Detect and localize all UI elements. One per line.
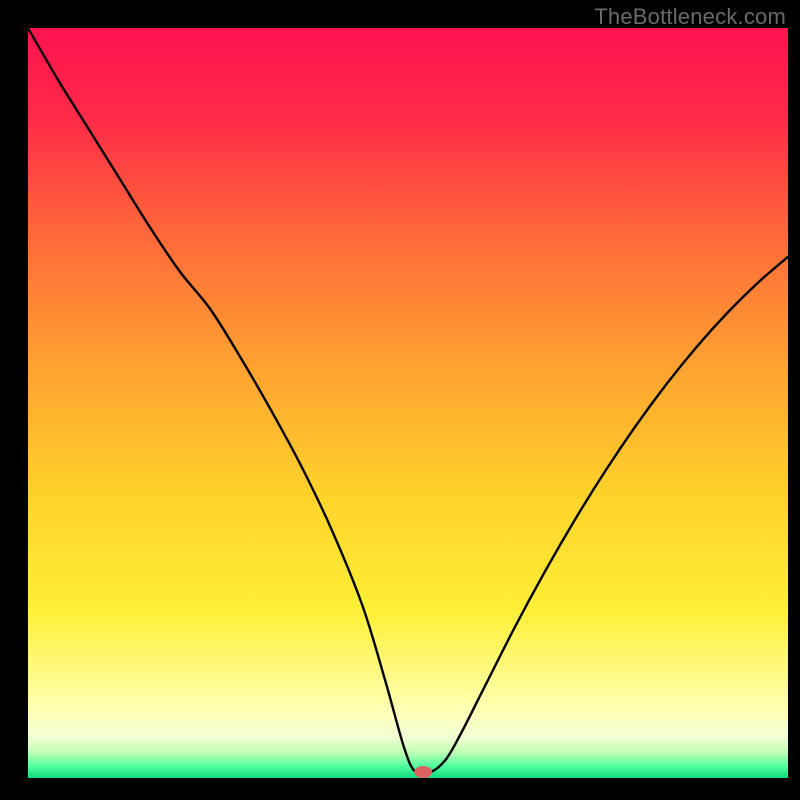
gradient-background (28, 28, 788, 778)
optimal-point-marker (414, 766, 432, 778)
plot-area (28, 28, 788, 778)
watermark-text: TheBottleneck.com (594, 4, 786, 30)
chart-frame: TheBottleneck.com (0, 0, 800, 800)
chart-svg (28, 28, 788, 778)
